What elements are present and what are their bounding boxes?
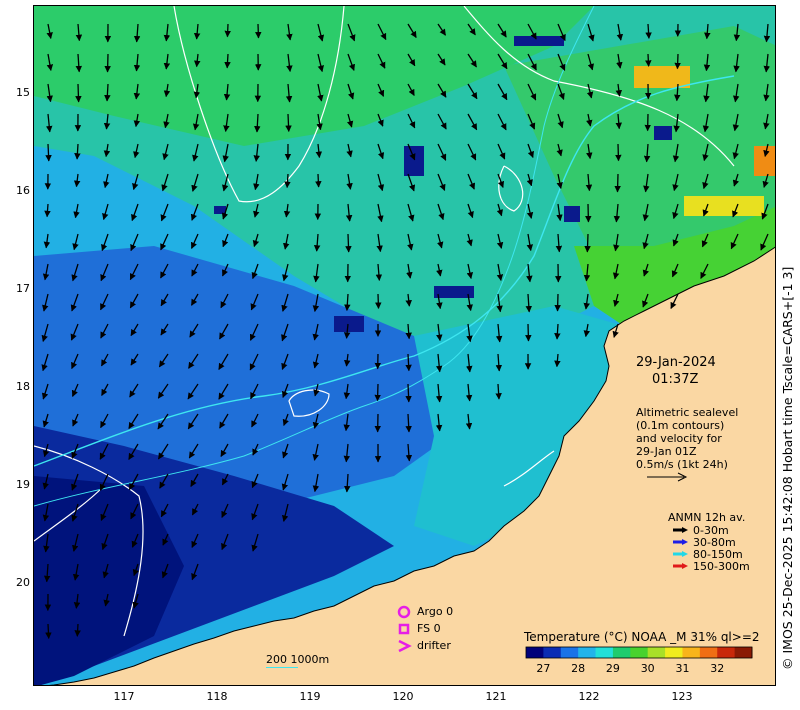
colorbar-segment bbox=[699, 647, 718, 658]
obs-legend-label: Argo 0 bbox=[417, 605, 454, 618]
colorbar-tick-label: 29 bbox=[606, 662, 620, 674]
anmn-legend-item: 150-300m bbox=[668, 559, 750, 573]
colorbar-tick-label: 28 bbox=[571, 662, 585, 674]
colorbar-segment bbox=[578, 647, 597, 658]
colorbar-segment bbox=[543, 647, 562, 658]
velocity-arrow bbox=[45, 143, 52, 162]
longitude-tick: 123 bbox=[671, 690, 693, 703]
latitude-tick: 18 bbox=[16, 380, 30, 394]
velocity-arrow bbox=[224, 23, 231, 38]
colorbar-segment bbox=[717, 647, 736, 658]
anmn-legend-label: 150-300m bbox=[693, 559, 750, 573]
longitude-tick: 121 bbox=[485, 690, 507, 703]
sst-warm-patch-2 bbox=[754, 146, 775, 176]
timestamp-time: 01:37Z bbox=[652, 372, 699, 387]
obs-legend-item: drifter bbox=[396, 637, 453, 654]
anmn-swatch-icon bbox=[673, 539, 688, 545]
velocity-arrow bbox=[75, 83, 82, 103]
altimetry-line: and velocity for bbox=[636, 432, 722, 445]
altimetry-note: Altimetric sealevel (0.1m contours) and … bbox=[636, 406, 738, 471]
copyright-caption: © IMOS 25-Dec-2025 15:42:08 Hobart time … bbox=[780, 266, 795, 670]
drifter-chevron-icon bbox=[398, 639, 412, 652]
latitude-tick: 19 bbox=[16, 478, 30, 492]
velocity-arrow bbox=[584, 233, 591, 253]
anmn-swatch-icon bbox=[673, 527, 688, 533]
argo-circle-icon bbox=[397, 605, 411, 618]
latitude-tick: 15 bbox=[16, 86, 30, 100]
longitude-tick: 118 bbox=[206, 690, 228, 703]
colorbar-segment bbox=[560, 647, 579, 658]
colorbar-segment bbox=[526, 647, 544, 658]
altimetry-line: 29-Jan 01Z bbox=[636, 445, 697, 458]
colorbar-segment bbox=[734, 647, 753, 658]
colorbar-segment bbox=[665, 647, 683, 658]
colorbar-tick-label: 30 bbox=[641, 662, 655, 674]
anmn-legend-item: 80-150m bbox=[668, 548, 750, 561]
colorbar-segment bbox=[612, 647, 631, 658]
velocity-arrow bbox=[645, 53, 652, 67]
velocity-arrow bbox=[345, 233, 352, 253]
anmn-legend-item: 0-30m bbox=[668, 524, 750, 537]
velocity-arrow bbox=[224, 53, 231, 69]
latitude-tick: 20 bbox=[16, 576, 30, 590]
sst-warm-patch-3 bbox=[684, 196, 764, 216]
velocity-arrow bbox=[615, 143, 622, 162]
colorbar: Temperature (°C) NOAA _M 31% ql>=2 27 28 2… bbox=[524, 630, 764, 675]
reference-arrow-icon bbox=[647, 472, 688, 482]
latitude-tick: 16 bbox=[16, 184, 30, 198]
latitude-tick: 17 bbox=[16, 282, 30, 296]
velocity-arrow bbox=[284, 173, 291, 189]
longitude-tick: 119 bbox=[299, 690, 321, 703]
colorbar-segment bbox=[595, 647, 614, 658]
anmn-legend: ANMN 12h av. 0-30m 30-80m 80-150m 150-300m bbox=[668, 511, 750, 573]
colorbar-segment bbox=[630, 647, 649, 658]
longitude-tick: 122 bbox=[578, 690, 600, 703]
anmn-legend-item: 30-80m bbox=[668, 536, 750, 549]
velocity-arrow bbox=[375, 293, 382, 309]
obs-legend-label: drifter bbox=[417, 639, 451, 652]
colorbar-tick-label: 32 bbox=[710, 662, 724, 674]
velocity-arrow bbox=[315, 173, 322, 188]
depth-scale-line bbox=[266, 667, 298, 668]
colorbar-tick-label: 27 bbox=[536, 662, 550, 674]
map-canvas bbox=[34, 6, 775, 685]
colorbar-tick-label: 31 bbox=[675, 662, 689, 674]
velocity-arrow bbox=[614, 173, 621, 193]
depth-scale-label: 200 1000m bbox=[266, 653, 330, 666]
anmn-swatch-icon bbox=[673, 563, 688, 569]
sst-warm-patch-1 bbox=[634, 66, 690, 88]
colorbar-title: Temperature (°C) NOAA _M 31% ql>=2 bbox=[524, 630, 760, 644]
colorbar-segment bbox=[682, 647, 701, 658]
velocity-arrow bbox=[674, 53, 681, 70]
altimetry-line: Altimetric sealevel bbox=[636, 406, 739, 419]
colorbar-segment bbox=[647, 647, 666, 658]
velocity-arrow bbox=[74, 623, 81, 637]
velocity-arrow bbox=[285, 113, 292, 133]
velocity-arrow bbox=[45, 623, 52, 639]
obs-legend: Argo 0 FS 0 drifter bbox=[396, 603, 453, 654]
velocity-arrow bbox=[405, 353, 412, 372]
altimetry-line: 0.5m/s (1kt 24h) bbox=[636, 458, 728, 471]
altimetry-line: (0.1m contours) bbox=[636, 419, 725, 432]
obs-legend-item: FS 0 bbox=[396, 620, 453, 637]
longitude-tick: 117 bbox=[113, 690, 135, 703]
fs-square-icon bbox=[398, 623, 410, 634]
anmn-legend-title: ANMN 12h av. bbox=[668, 511, 746, 524]
colorbar-scale: 27 28 29 30 31 32 bbox=[525, 646, 753, 674]
obs-legend-item: Argo 0 bbox=[396, 603, 453, 620]
timestamp-date: 29-Jan-2024 bbox=[636, 355, 716, 370]
anmn-swatch-icon bbox=[673, 551, 688, 557]
obs-legend-label: FS 0 bbox=[417, 622, 441, 635]
sst-map[interactable]: 29-Jan-2024 01:37Z Altimetric sealevel (… bbox=[33, 5, 776, 686]
velocity-arrow bbox=[405, 383, 412, 403]
longitude-tick: 120 bbox=[392, 690, 414, 703]
depth-scale: 200 1000m bbox=[266, 653, 329, 668]
